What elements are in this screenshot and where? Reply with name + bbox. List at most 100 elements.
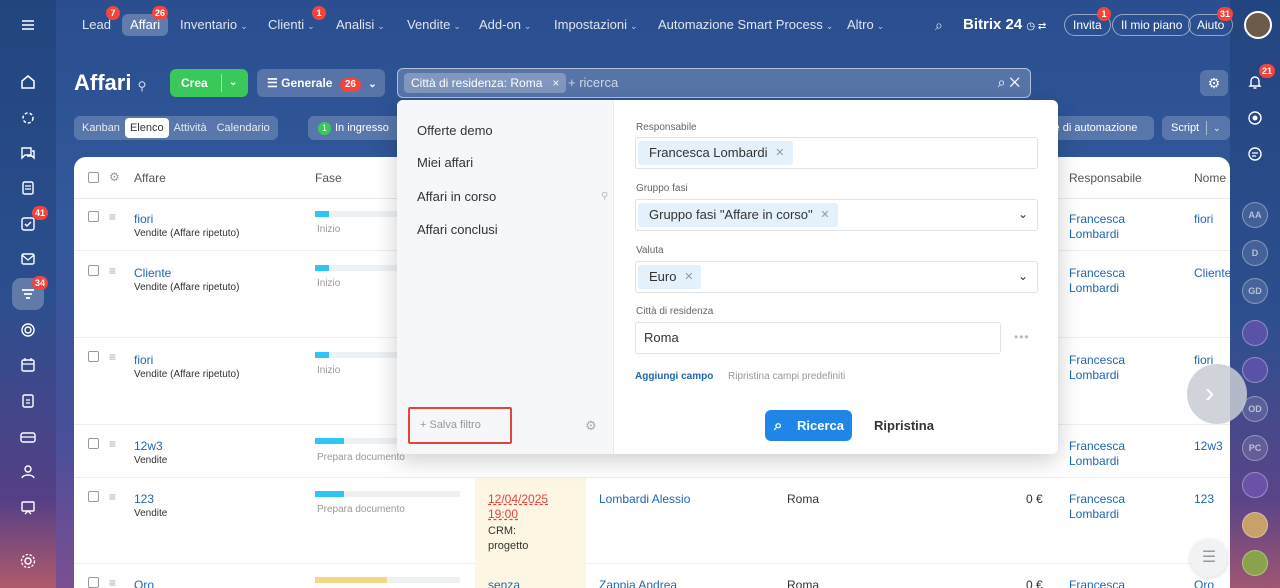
preset-my-deals[interactable]: Miei affari [417, 155, 473, 170]
select-all-checkbox[interactable] [88, 172, 99, 183]
responsible-link[interactable]: Francesca Lombardi [1069, 353, 1149, 383]
nav-lead[interactable]: Lead 7 [82, 6, 120, 36]
view-kanban[interactable]: Kanban [77, 118, 125, 138]
nav-analisi[interactable]: Analisi ⌄ [336, 14, 385, 36]
avatar[interactable]: D [1242, 240, 1268, 266]
calendar-icon[interactable] [16, 353, 40, 377]
deal-title[interactable]: 12w3 [134, 439, 163, 453]
activity-cell[interactable]: senza [475, 564, 586, 588]
row-checkbox[interactable] [88, 577, 99, 588]
search-clear-icons[interactable]: ⌕ ✕ [998, 74, 1020, 91]
close-icon[interactable]: ✕ [775, 141, 784, 165]
contacts-icon[interactable] [16, 460, 40, 484]
deal-title[interactable]: fiori [134, 353, 153, 367]
name-link[interactable]: fiori [1194, 212, 1213, 226]
gear-icon[interactable]: ⚙ [585, 418, 597, 434]
responsible-link[interactable]: Francesca Lombardi [1069, 439, 1149, 469]
gear-icon[interactable]: ⚙ [1200, 70, 1228, 96]
help-button[interactable]: Aiuto 31 [1188, 7, 1234, 36]
view-calendar[interactable]: Calendario [212, 118, 275, 138]
view-activities[interactable]: Attività [169, 118, 212, 138]
activity-date[interactable]: 12/04/2025 [488, 492, 548, 506]
row-menu-icon[interactable]: ≡ [109, 211, 121, 223]
sites-icon[interactable] [16, 318, 40, 342]
avatar[interactable] [1242, 320, 1268, 346]
deal-title[interactable]: 123 [134, 492, 154, 506]
row-menu-icon[interactable]: ≡ [109, 577, 121, 588]
nav-clienti[interactable]: Clienti ⌄ 1 [268, 6, 326, 36]
activity-date[interactable]: senza [488, 578, 520, 588]
save-filter-button[interactable]: + Salva filtro [408, 407, 512, 444]
responsible-link[interactable]: Francesca Lombardi [1069, 212, 1149, 242]
column-header-name[interactable]: Nome [1194, 171, 1226, 185]
close-icon[interactable]: ✕ [820, 203, 829, 227]
nav-affari[interactable]: Affari 26 [122, 6, 169, 36]
name-link[interactable]: Oro [1194, 578, 1214, 588]
nav-add-on[interactable]: Add-on ⌄ [479, 14, 531, 36]
contact-link[interactable]: Lombardi Alessio [599, 492, 690, 506]
activity-cell[interactable]: 12/04/2025 19:00 CRM: progetto [475, 478, 586, 564]
row-checkbox[interactable] [88, 211, 99, 222]
add-field-link[interactable]: Aggiungi campo [635, 371, 713, 382]
row-checkbox[interactable] [88, 491, 99, 502]
avatar[interactable]: PC [1242, 435, 1268, 461]
settings-icon[interactable] [16, 549, 40, 573]
user-avatar[interactable] [1244, 11, 1272, 39]
currency-field[interactable]: Euro ✕ ⌄ [635, 261, 1038, 293]
preset-demo-offers[interactable]: Offerte demo [417, 123, 493, 138]
nav-vendite[interactable]: Vendite ⌄ [407, 14, 461, 36]
column-header-responsible[interactable]: Responsabile [1069, 171, 1142, 185]
row-checkbox[interactable] [88, 438, 99, 449]
incoming-counter[interactable]: 1 In ingresso [308, 116, 408, 140]
avatar[interactable]: AA [1242, 202, 1268, 228]
responsible-link[interactable]: Francesca Lombardi [1069, 266, 1149, 296]
pin-icon[interactable]: ⚲ [601, 191, 608, 202]
avatar[interactable] [1242, 357, 1268, 383]
nav-impostazioni[interactable]: Impostazioni ⌄ [554, 14, 638, 36]
stage-group-field[interactable]: Gruppo fasi "Affare in corso" ✕ ⌄ [635, 199, 1038, 231]
close-icon[interactable]: × [552, 73, 559, 93]
close-icon[interactable]: ✕ [684, 265, 693, 289]
chevron-down-icon[interactable]: ⌄ [1213, 116, 1221, 140]
responsible-link[interactable]: Francesca Lombardi [1069, 492, 1149, 522]
contact-link[interactable]: Zappia Andrea [599, 578, 677, 588]
reports-icon[interactable] [16, 389, 40, 413]
stage-progress[interactable] [315, 577, 460, 583]
row-menu-icon[interactable]: ≡ [109, 491, 121, 503]
search-placeholder[interactable]: + ricerca [568, 75, 618, 90]
reset-button[interactable]: Ripristina [874, 418, 934, 433]
deal-title[interactable]: Oro [134, 578, 154, 588]
chat-icon[interactable] [16, 141, 40, 165]
nav-automazione[interactable]: Automazione Smart Process ⌄ [658, 14, 833, 36]
responsible-link[interactable]: Francesca [1069, 578, 1149, 588]
my-plan-button[interactable]: Il mio piano [1112, 14, 1192, 36]
active-filter-chip[interactable]: Città di residenza: Roma × [404, 73, 567, 93]
stage-progress[interactable] [315, 491, 460, 497]
avatar[interactable] [1242, 512, 1268, 538]
restore-default-fields-link[interactable]: Ripristina campi predefiniti [728, 371, 845, 382]
row-checkbox[interactable] [88, 351, 99, 362]
deal-title[interactable]: Cliente [134, 266, 171, 280]
avatar[interactable]: GD [1242, 278, 1268, 304]
inventory-icon[interactable] [16, 425, 40, 449]
invite-button[interactable]: Invita 1 [1064, 7, 1111, 36]
menu-icon[interactable] [16, 13, 40, 37]
table-row[interactable]: ≡ Oro senza Zappia Andrea Roma 0 € Franc… [74, 564, 1230, 588]
row-menu-icon[interactable]: ≡ [109, 265, 121, 277]
copilot-icon[interactable] [1243, 106, 1267, 130]
preset-closed-deals[interactable]: Affari conclusi [417, 222, 498, 237]
avatar[interactable] [1242, 550, 1268, 576]
nav-altro[interactable]: Altro ⌄ [847, 14, 884, 36]
chevron-down-icon[interactable]: ⌄ [229, 69, 237, 97]
tasks-icon[interactable]: 41 [16, 206, 48, 236]
gear-icon[interactable]: ⚙ [109, 170, 120, 184]
search-icon[interactable]: ⌕ [935, 14, 943, 36]
column-header-stage[interactable]: Fase [315, 171, 342, 185]
row-menu-icon[interactable]: ≡ [109, 351, 121, 363]
name-link[interactable]: 12w3 [1194, 439, 1223, 453]
nav-inventario[interactable]: Inventario ⌄ [180, 14, 248, 36]
notifications-icon[interactable]: 21 [1243, 64, 1275, 94]
view-list[interactable]: Elenco [124, 118, 169, 138]
list-icon[interactable]: ☰ [1190, 539, 1228, 577]
city-input[interactable]: Roma [635, 322, 1001, 354]
